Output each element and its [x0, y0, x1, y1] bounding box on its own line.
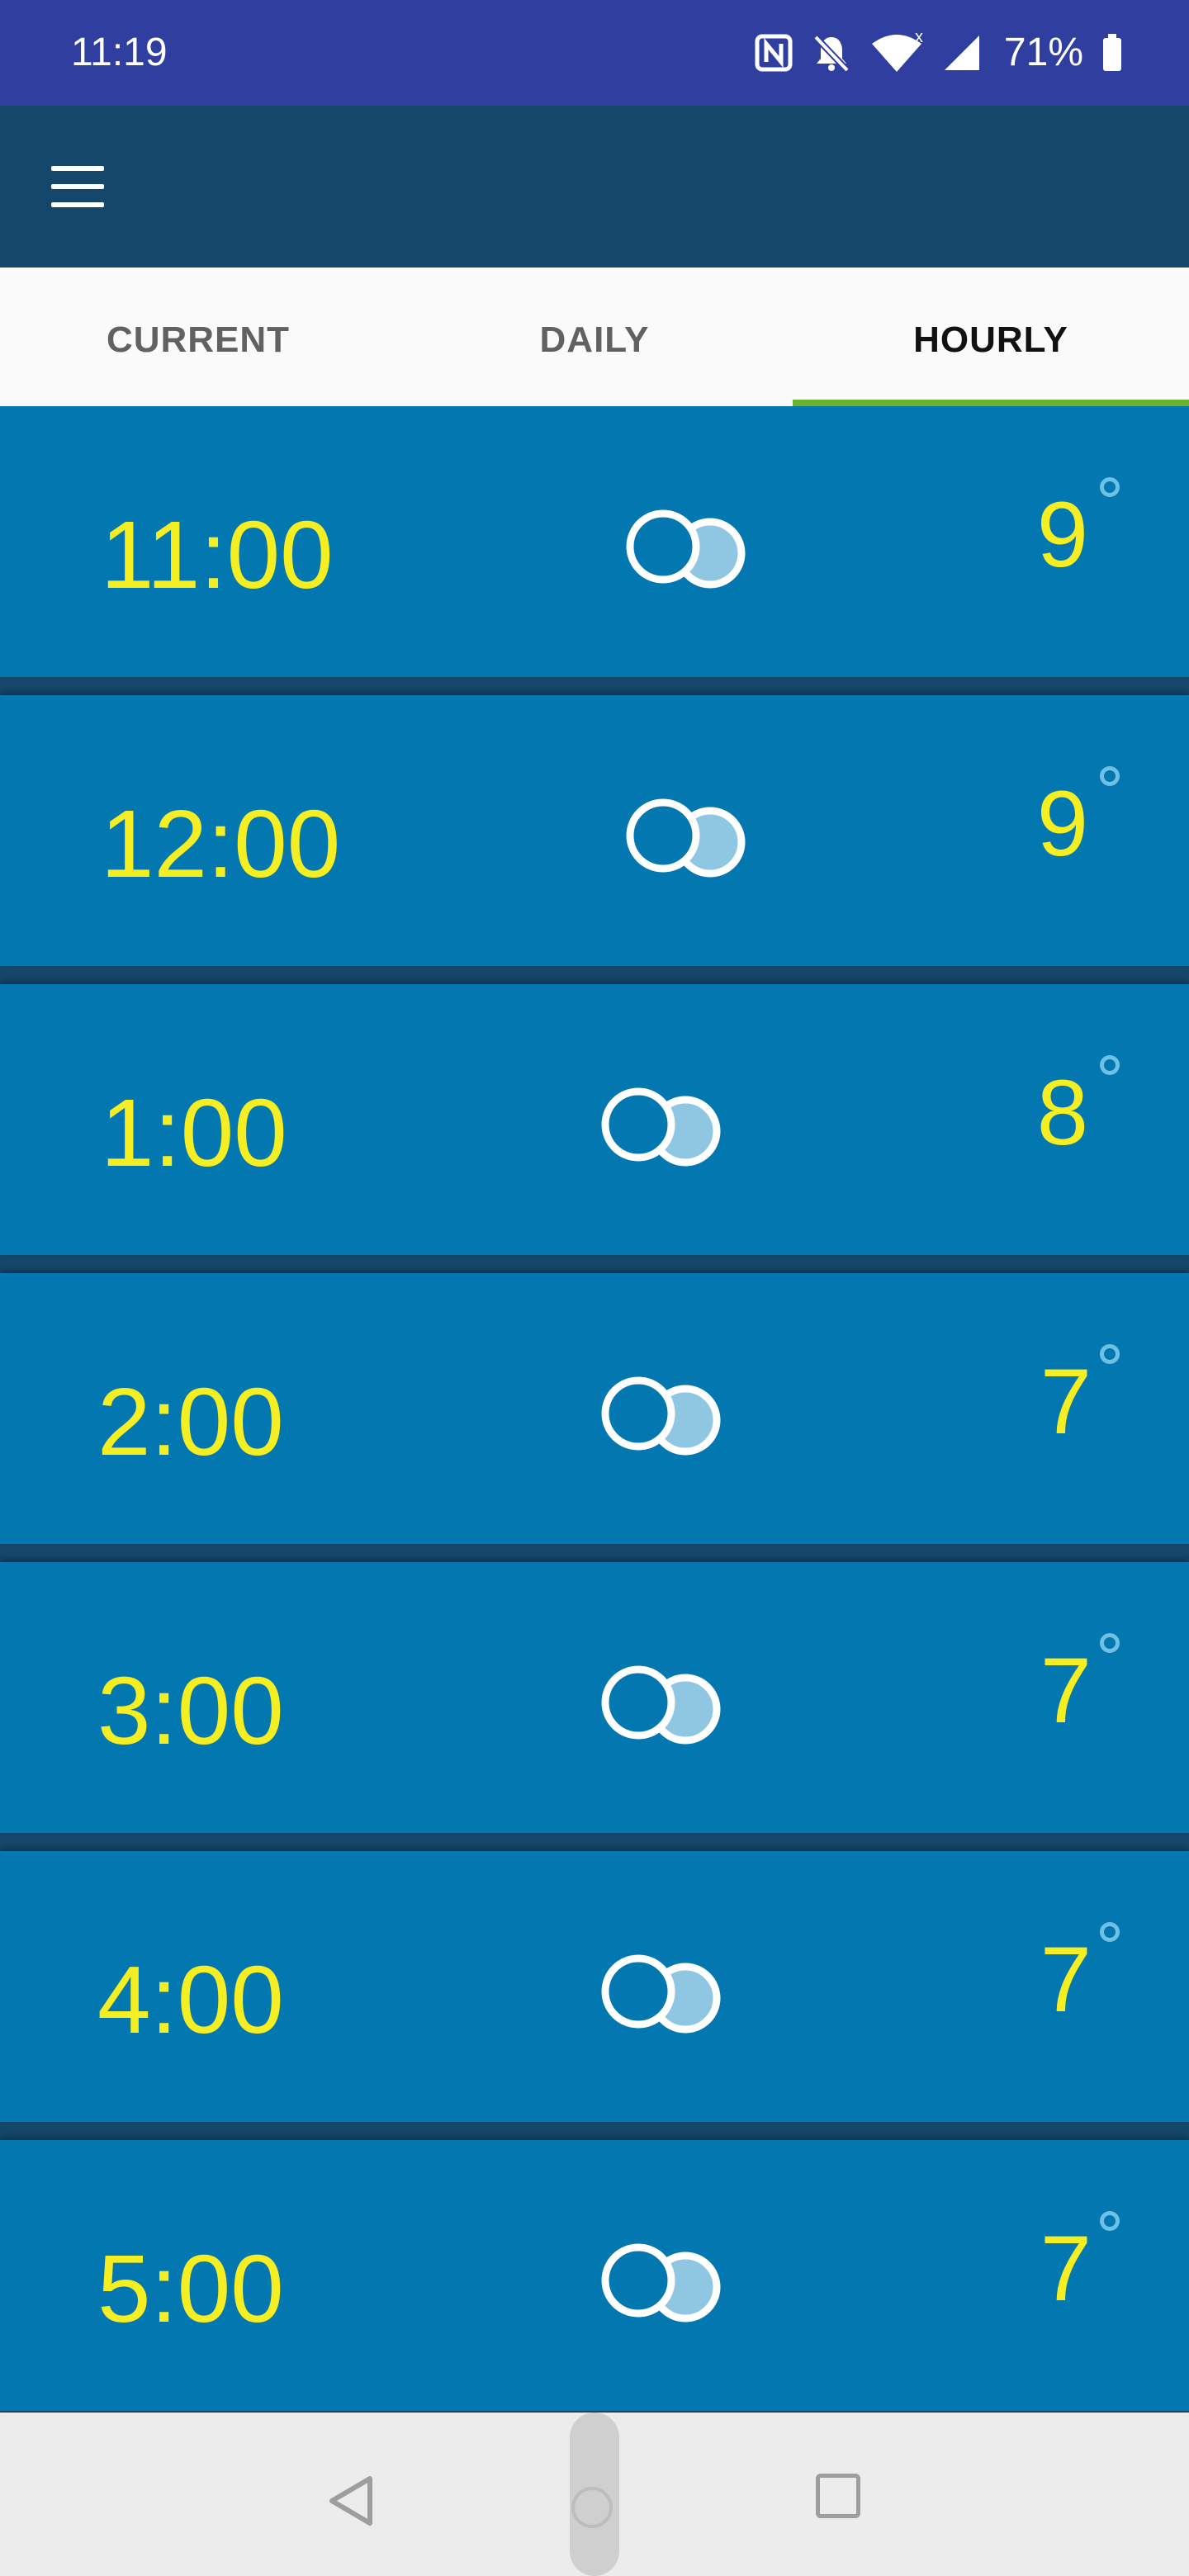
degree-icon — [1100, 1922, 1120, 1942]
hour-temp: 8 — [1036, 1061, 1088, 1164]
tab-daily[interactable]: DAILY — [396, 268, 793, 406]
back-icon[interactable] — [322, 2472, 380, 2530]
battery-icon — [1101, 34, 1123, 72]
battery-percent: 71% — [1003, 31, 1083, 74]
nfc-icon — [755, 34, 793, 72]
cloudy-icon — [601, 2243, 721, 2323]
cloudy-icon — [626, 798, 746, 878]
hourly-row[interactable]: 12:00 9 — [0, 695, 1189, 966]
degree-icon — [1100, 1344, 1120, 1364]
degree-icon — [1100, 1055, 1120, 1075]
wifi-icon: x — [870, 32, 923, 73]
status-time: 11:19 — [71, 31, 168, 74]
app-bar — [0, 106, 1189, 268]
hourly-row[interactable]: 3:00 7 — [0, 1562, 1189, 1833]
hourly-row[interactable]: 1:00 8 — [0, 984, 1189, 1255]
degree-icon — [1100, 1633, 1120, 1653]
hour-temp: 7 — [1040, 2217, 1092, 2320]
degree-icon — [1100, 766, 1120, 786]
hour-time: 11:00 — [101, 501, 334, 608]
degree-icon — [1100, 2211, 1120, 2231]
hour-time: 4:00 — [97, 1946, 284, 2053]
degree-icon — [1100, 477, 1120, 497]
hourly-row[interactable]: 2:00 7 — [0, 1273, 1189, 1544]
svg-text:x: x — [915, 32, 923, 46]
hour-temp: 7 — [1040, 1350, 1092, 1453]
bell-off-icon — [811, 32, 852, 73]
hourly-row[interactable]: 11:00 9 — [0, 406, 1189, 677]
hour-time: 3:00 — [97, 1657, 284, 1764]
home-icon[interactable] — [571, 2487, 613, 2528]
hourly-row[interactable]: 5:00 7 — [0, 2140, 1189, 2411]
hour-temp: 9 — [1036, 772, 1088, 875]
system-nav-bar — [0, 2413, 1189, 2576]
hour-temp: 9 — [1036, 483, 1088, 586]
cloudy-icon — [601, 1087, 721, 1167]
hourly-row[interactable]: 4:00 7 — [0, 1851, 1189, 2122]
hamburger-menu-icon[interactable] — [46, 160, 109, 213]
status-icons: x 71% — [755, 26, 1123, 79]
recent-apps-icon[interactable] — [816, 2474, 860, 2518]
status-bar: 11:19 x 71% — [0, 0, 1189, 106]
tab-hourly[interactable]: HOURLY — [793, 268, 1189, 406]
cloudy-icon — [626, 509, 746, 589]
signal-icon — [941, 32, 983, 73]
hour-temp: 7 — [1040, 1639, 1092, 1742]
hourly-list[interactable]: 11:00 9 12:00 9 1:00 8 2:00 7 3:00 7 4:0… — [0, 406, 1189, 2413]
hour-time: 5:00 — [97, 2235, 284, 2342]
tab-current[interactable]: CURRENT — [0, 268, 396, 406]
tab-bar: CURRENT DAILY HOURLY — [0, 268, 1189, 406]
hour-time: 1:00 — [101, 1079, 287, 1186]
cloudy-icon — [601, 1376, 721, 1456]
cloudy-icon — [601, 1665, 721, 1745]
hour-temp: 7 — [1040, 1928, 1092, 2031]
hour-time: 2:00 — [97, 1368, 284, 1475]
hour-time: 12:00 — [101, 790, 341, 897]
cloudy-icon — [601, 1954, 721, 2034]
